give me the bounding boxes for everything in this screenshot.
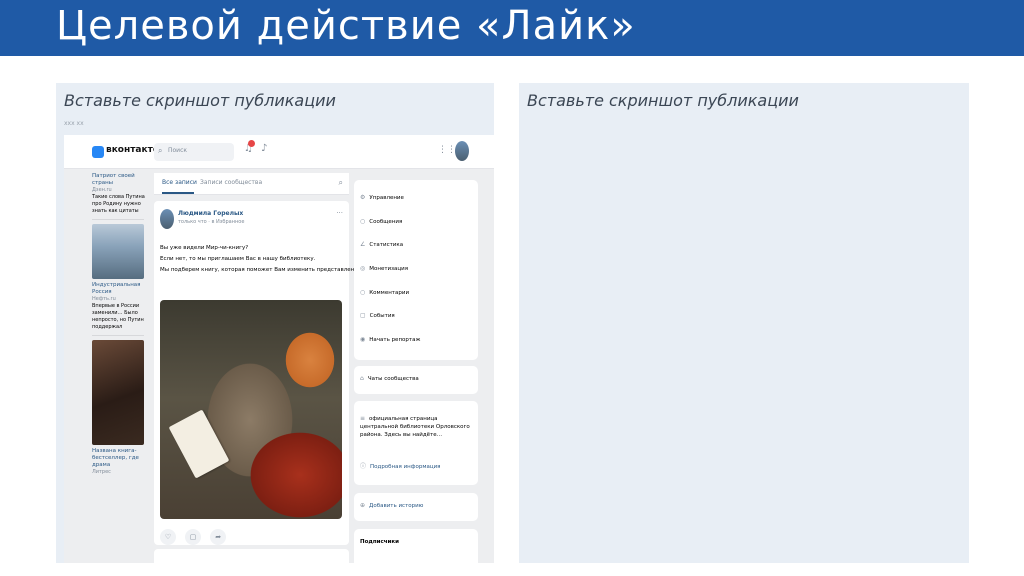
community-chat-box: ⌂ Чаты сообщества [354,366,478,394]
menu-label: Начать репортаж [369,337,421,343]
menu-item-manage[interactable]: ⚙ Управление [360,194,404,201]
menu-item-monetization[interactable]: ◎ Монетизация [360,265,408,272]
comment-icon[interactable]: ▢ [185,529,202,545]
news-text: Впервые в России заменили… Было непросто… [92,303,144,330]
avatar[interactable] [455,141,469,161]
menu-label: Управление [369,195,404,201]
search-icon[interactable]: ⌕ [339,178,343,188]
menu-label: Статистика [369,242,404,248]
menu-item-events[interactable]: ▢ События [360,312,395,319]
notification-badge [248,140,255,147]
menu-label: Комментарии [369,290,410,296]
community-info-box: ≡ официальная страница центральной библио… [354,401,478,485]
menu-label: События [369,313,395,319]
broadcast-icon: ◉ [360,336,366,343]
tab-all-posts[interactable]: Все записи [162,179,197,186]
menu-item-comments[interactable]: ○ Комментарии [360,289,409,296]
post-text-line: Если нет, то мы приглашаем Вас в нашу би… [160,256,316,262]
vk-header: вконтакте ⌕ Поиск ♫ ♪ ⋮⋮ [64,135,494,169]
more-icon[interactable]: ··· [336,209,343,217]
news-source: Литрес [92,469,111,475]
search-placeholder: Поиск [168,147,188,154]
gear-icon: ⚙ [360,194,366,201]
subscribers-box: Подписчики [354,529,478,563]
news-title[interactable]: Индустриальная Россия [92,282,150,296]
news-title[interactable]: Патриот своей страны [92,173,150,187]
more-info-link[interactable]: ⓘ Подробная информация [360,461,440,470]
like-icon[interactable]: ♡ [160,529,176,545]
description-text: официальная страница центральной библиот… [360,416,470,438]
news-source: Дзен.ru [92,187,112,193]
post-text-line: Вы уже видели Мир-чи-книгу? [160,245,249,251]
music-icon[interactable]: ♪ [261,143,267,154]
news-image[interactable] [92,224,144,279]
divider [92,219,144,220]
post-actions: ♡ ▢ ➦ [160,524,230,545]
book-shape [168,409,230,479]
title-bar: Целевой действие «Лайк» [0,0,1024,56]
slide: Целевой действие «Лайк» Вставьте скриншо… [0,0,1024,576]
left-panel-caption: Вставьте скриншот публикации [64,91,336,110]
news-text: Такие слова Путина про Родину нужно знат… [92,194,145,214]
community-menu: ⚙ Управление ○ Сообщения ∠ Статистика ◎ Моне… [354,180,478,360]
right-placeholder-panel: Вставьте скриншот публикации [519,83,969,563]
menu-item-live[interactable]: ◉ Начать репортаж [360,336,420,343]
more-info-label: Подробная информация [370,464,441,470]
info-icon: ⓘ [360,463,367,470]
lock-icon: ⌂ [360,375,364,382]
vk-brand[interactable]: вконтакте [106,145,159,155]
slide-title: Целевой действие «Лайк» [56,3,636,49]
post-time: только что · в Избранное [178,219,245,225]
add-story-button[interactable]: ⊕ Добавить историю [360,502,423,509]
right-panel-caption: Вставьте скриншот публикации [527,91,799,110]
subscribers-heading[interactable]: Подписчики [360,539,399,545]
community-chat-label: Чаты сообщества [367,376,419,382]
chart-icon: ∠ [360,241,366,248]
news-column: Патриот своей страны Дзен.ru Такие слова… [92,173,150,563]
left-placeholder-panel: Вставьте скриншот публикации xxx xx вкон… [56,83,494,563]
apps-grid-icon[interactable]: ⋮⋮ [438,145,456,155]
menu-item-messages[interactable]: ○ Сообщения [360,218,402,225]
feed-tabs: Все записи Записи сообщества ⌕ [154,173,349,195]
message-icon: ○ [360,218,366,225]
vk-screenshot: вконтакте ⌕ Поиск ♫ ♪ ⋮⋮ Патриот своей с… [64,135,494,563]
divider [92,335,144,336]
comment-icon: ○ [360,289,366,296]
calendar-icon: ▢ [360,312,366,319]
small-date: xxx xx [64,120,84,127]
news-image[interactable] [92,340,144,445]
share-icon[interactable]: ➦ [210,529,227,545]
tab-community-posts[interactable]: Записи сообщества [200,179,262,186]
coin-icon: ◎ [360,265,366,272]
avatar[interactable] [160,209,174,229]
active-tab-underline [162,192,194,194]
news-title[interactable]: Названа книга-бестселлер, где драма [92,448,150,469]
menu-label: Сообщения [369,219,403,225]
news-source: Нефть.ru [92,296,116,302]
plus-icon: ⊕ [360,502,366,509]
add-story-box: ⊕ Добавить историю [354,493,478,521]
post-card: Людмила Горелых только что · в Избранное… [154,201,384,545]
post-author[interactable]: Людмила Горелых [178,210,243,217]
menu-item-stats[interactable]: ∠ Статистика [360,241,403,248]
list-icon: ≡ [360,415,366,422]
next-post-card [154,549,349,563]
post-text-line: Мы подберем книгу, которая поможет Вам и… [160,267,385,273]
search-input[interactable]: ⌕ Поиск [154,143,234,161]
menu-label: Монетизация [369,266,409,272]
vk-logo-icon[interactable] [92,146,104,158]
post-image[interactable] [160,300,342,519]
community-chat-link[interactable]: ⌂ Чаты сообщества [360,375,419,382]
add-story-label: Добавить историю [369,503,424,509]
community-description: ≡ официальная страница центральной библио… [360,415,470,439]
search-icon: ⌕ [158,146,163,155]
